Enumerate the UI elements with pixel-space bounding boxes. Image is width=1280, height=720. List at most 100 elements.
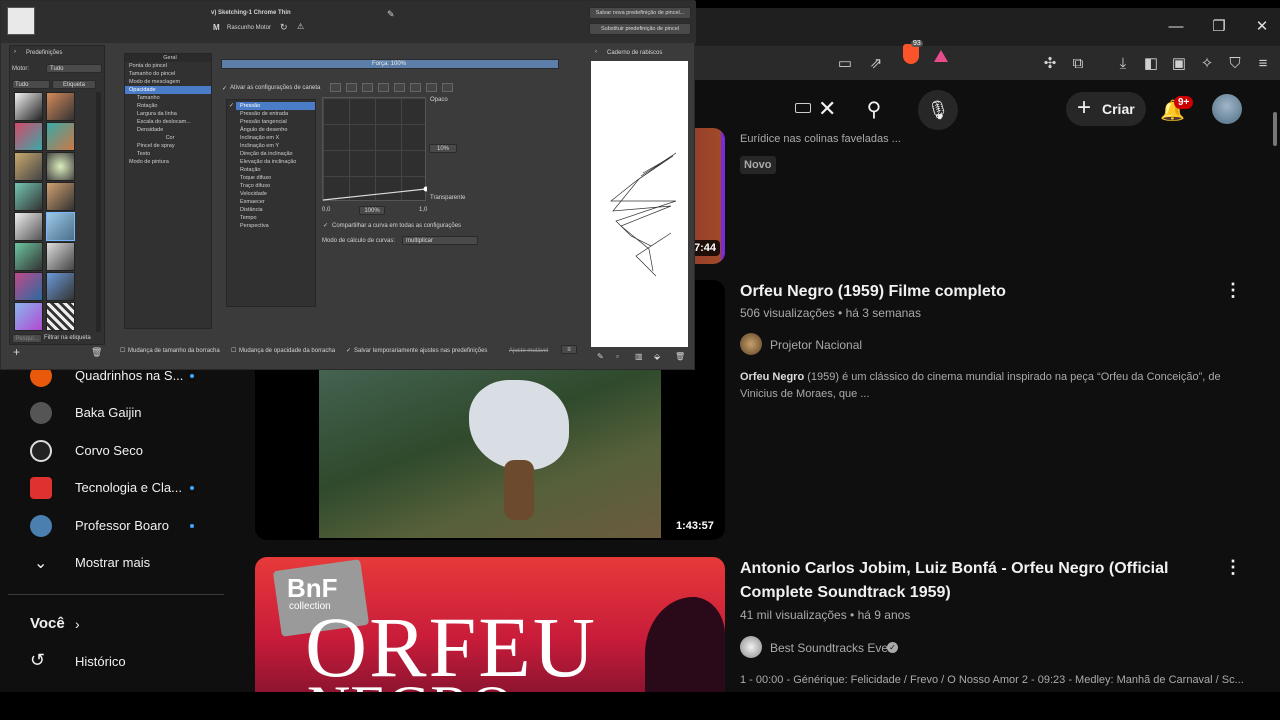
brush-preset-item[interactable] — [14, 92, 43, 121]
sensor-item[interactable]: Direção da inclinação — [236, 150, 315, 158]
brave-shield-icon[interactable] — [903, 44, 919, 64]
sensor-item[interactable]: Esmaecer — [236, 198, 315, 206]
chevron-left-icon[interactable]: ‹ — [595, 49, 597, 55]
scratchpad-canvas[interactable] — [591, 61, 688, 347]
category-item[interactable]: Tamanho — [125, 94, 211, 102]
sensor-item[interactable]: Rotação — [236, 166, 315, 174]
sidebar-item-tecnologia[interactable]: Tecnologia e Cla... — [30, 474, 240, 504]
motor-select[interactable]: Tudo — [46, 64, 102, 73]
sensor-item[interactable]: Toque difuso — [236, 174, 315, 182]
save-new-preset-button[interactable]: Salvar nova predefinição de pincel... — [589, 7, 691, 19]
force-slider[interactable]: Força: 100% — [221, 59, 559, 69]
brush-preset-item[interactable] — [14, 122, 43, 151]
delete-preset-icon[interactable]: 🗑 — [91, 347, 102, 358]
more-options-icon[interactable]: ⋮ — [1224, 557, 1242, 578]
options-menu-icon[interactable]: ≡ — [561, 345, 577, 354]
category-item-selected[interactable]: Opacidade — [125, 86, 211, 94]
close-window-button[interactable]: ✕ — [1248, 16, 1276, 38]
brush-preview-icon[interactable] — [7, 7, 35, 35]
sensor-item[interactable]: Inclinação em X — [236, 134, 315, 142]
sensor-item[interactable]: Perspectiva — [236, 222, 315, 230]
brush-preset-item[interactable] — [14, 152, 43, 181]
brush-preset-item[interactable] — [46, 302, 75, 331]
brush-preset-item[interactable] — [46, 272, 75, 301]
sensor-item[interactable]: Traço difuso — [236, 182, 315, 190]
brush-preset-item[interactable] — [46, 182, 75, 211]
eraser-size-checkbox[interactable]: ☐ — [120, 347, 125, 354]
curve-preset-reverse[interactable] — [346, 83, 357, 92]
presets-scrollbar[interactable] — [96, 92, 101, 332]
restore-button[interactable]: ❐ — [1205, 16, 1233, 38]
category-item[interactable]: Pincel de spray — [125, 142, 211, 150]
category-item[interactable]: Tamanho do pincel — [125, 70, 211, 78]
category-item[interactable]: Ponta do pincel — [125, 62, 211, 70]
brush-preset-item[interactable] — [46, 122, 75, 151]
curve-mode-select[interactable]: multiplicar — [402, 236, 478, 245]
brush-preset-item[interactable] — [46, 92, 75, 121]
share-curve-checkbox[interactable]: ✓ — [323, 222, 328, 229]
show-more-button[interactable]: ⌄ Mostrar mais — [30, 549, 240, 579]
clear-icon[interactable]: ▫ — [616, 352, 619, 361]
leo-ai-icon[interactable]: ✧ — [1197, 54, 1217, 74]
brush-preset-item[interactable] — [46, 242, 75, 271]
curve-preset-arch[interactable] — [410, 83, 421, 92]
category-item[interactable]: Largura da linha — [125, 110, 211, 118]
sensor-item[interactable]: Ângulo de desenho — [236, 126, 315, 134]
paint-bucket-icon[interactable]: ⬙ — [654, 352, 660, 361]
category-item[interactable]: Modo de pintura — [125, 158, 211, 166]
filter-tag-label[interactable]: Filtrar na etiqueta — [44, 335, 91, 341]
reload-icon[interactable]: ↻ — [280, 22, 288, 33]
sensor-item[interactable]: Pressão tangencial — [236, 118, 315, 126]
video-title-3[interactable]: Antonio Carlos Jobim, Luiz Bonfá - Orfeu… — [740, 557, 1210, 605]
sidebar-item-baka-gaijin[interactable]: Baka Gaijin — [30, 399, 240, 429]
sensor-item[interactable]: Inclinação em Y — [236, 142, 315, 150]
channel-name-3[interactable]: Best Soundtracks Ever — [770, 641, 892, 655]
sidebar-item-professor-boaro[interactable]: Professor Boaro — [30, 512, 240, 542]
video-title-2[interactable]: Orfeu Negro (1959) Filme completo — [740, 280, 1006, 304]
curve-y-value[interactable]: 10% — [429, 144, 457, 153]
you-section-link[interactable]: Você › — [30, 610, 240, 640]
brush-preset-item[interactable] — [14, 212, 43, 241]
sidebar-icon[interactable]: ◧ — [1141, 54, 1161, 74]
voice-search-button[interactable]: 🎙 — [918, 90, 958, 130]
tag-button[interactable]: Etiqueta — [52, 80, 96, 89]
curve-preset-linear[interactable] — [330, 83, 341, 92]
brush-preset-item[interactable] — [14, 302, 43, 331]
cast-icon[interactable]: ▭ — [835, 54, 855, 74]
menu-icon[interactable]: ≡ — [1253, 54, 1273, 74]
brush-preset-item[interactable] — [14, 272, 43, 301]
clear-search-icon[interactable]: ✕ — [818, 96, 836, 122]
brush-preset-item[interactable] — [14, 182, 43, 211]
trash-icon[interactable]: 🗑 — [675, 352, 685, 361]
category-item[interactable]: Densidade — [125, 126, 211, 134]
curve-preset-ucurve[interactable] — [394, 83, 405, 92]
sensor-item-selected[interactable]: Pressão — [236, 102, 315, 110]
sensor-item[interactable]: Velocidade — [236, 190, 315, 198]
curve-preset-jcurve[interactable] — [362, 83, 373, 92]
curve-editor[interactable] — [322, 97, 427, 201]
eraser-opacity-checkbox[interactable]: ☐ — [231, 347, 236, 354]
edit-pencil-icon[interactable]: ✎ — [387, 9, 395, 20]
channel-name-2[interactable]: Projetor Nacional — [770, 338, 862, 352]
category-item[interactable]: Rotação — [125, 102, 211, 110]
sensor-item[interactable]: Elevação da inclinação — [236, 158, 315, 166]
tag-select[interactable]: Tudo — [12, 80, 50, 89]
account-avatar[interactable] — [1212, 94, 1242, 124]
brave-rewards-icon[interactable] — [934, 50, 948, 62]
channel-avatar-3[interactable] — [740, 636, 762, 658]
more-options-icon[interactable]: ⋮ — [1224, 280, 1242, 301]
add-preset-icon[interactable]: + — [13, 345, 20, 359]
minimize-button[interactable]: — — [1162, 16, 1190, 38]
category-item[interactable]: Escala do deslocam... — [125, 118, 211, 126]
category-item[interactable]: Modo de mesclagem — [125, 78, 211, 86]
sensor-item[interactable]: Tempo — [236, 214, 315, 222]
preset-search-input[interactable]: Pesqui... — [12, 334, 42, 343]
tab-search-icon[interactable]: ⧉ — [1068, 54, 1088, 74]
curve-preset-scurve[interactable] — [426, 83, 437, 92]
search-button[interactable]: ⚲ — [852, 88, 896, 132]
sensor-item[interactable]: Pressão de entrada — [236, 110, 315, 118]
sidebar-item-history[interactable]: ↺ Histórico — [30, 648, 240, 678]
extensions-icon[interactable]: ✣ — [1040, 54, 1060, 74]
overwrite-preset-button[interactable]: Substituir predefinição de pincel — [589, 23, 691, 35]
preset-name[interactable]: v) Sketching-1 Chrome Thin — [211, 10, 291, 16]
